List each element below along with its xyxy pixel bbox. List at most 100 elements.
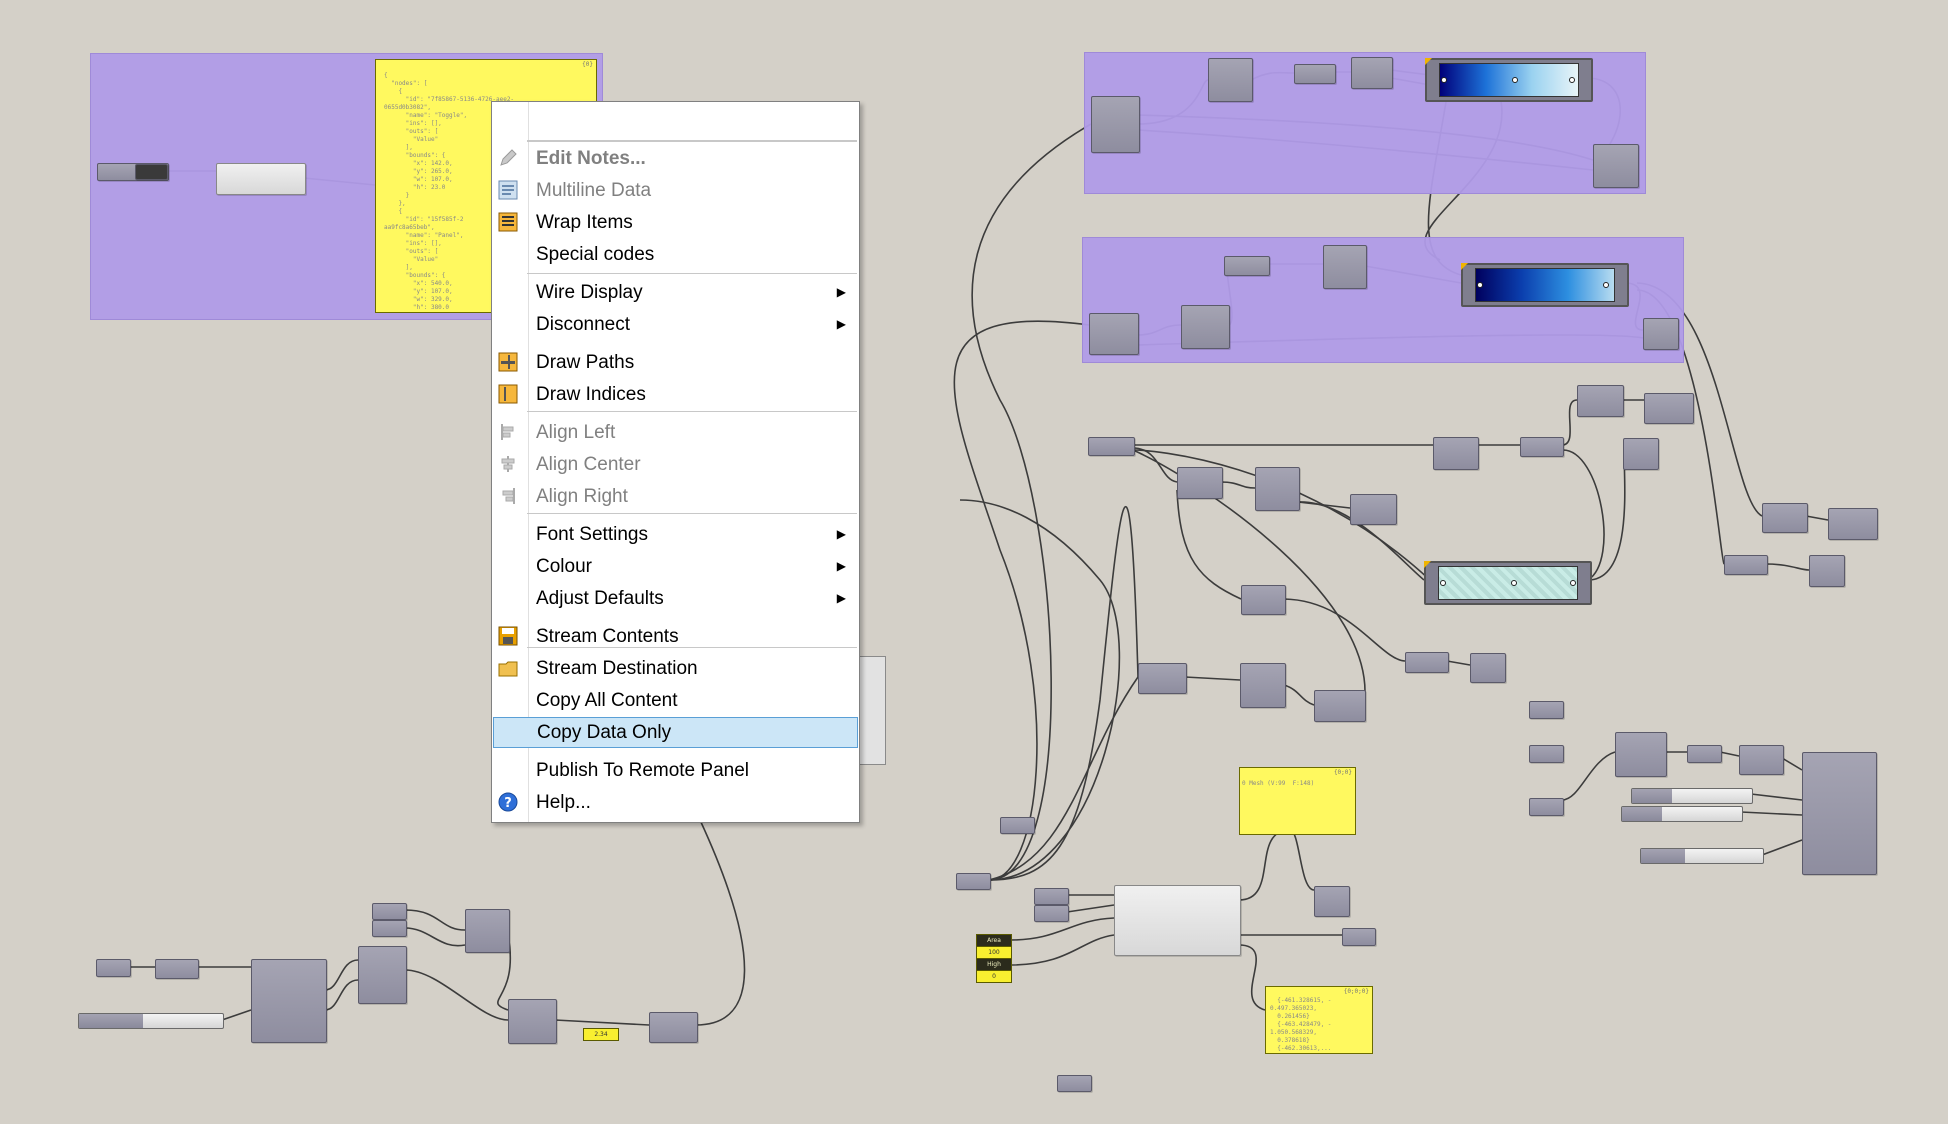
param-node[interactable] bbox=[1034, 888, 1069, 905]
param-node[interactable] bbox=[465, 909, 510, 953]
param-node[interactable] bbox=[1224, 256, 1270, 276]
grasshopper-canvas[interactable]: {0} { "nodes": [ { "id": "7f85867-5136-4… bbox=[0, 0, 1948, 1124]
param-node[interactable] bbox=[1342, 928, 1376, 946]
param-node[interactable] bbox=[1433, 437, 1479, 470]
param-node[interactable] bbox=[1643, 318, 1679, 350]
serializer-component[interactable] bbox=[216, 163, 306, 195]
menu-item-wrap-items[interactable]: Wrap Items bbox=[493, 207, 858, 238]
gradient-grip[interactable] bbox=[1477, 282, 1483, 288]
menu-item-stream-destination[interactable]: Stream Destination bbox=[493, 653, 858, 684]
menu-item-publish-to-remote-panel[interactable]: Publish To Remote Panel bbox=[493, 755, 858, 786]
param-node[interactable] bbox=[1057, 1075, 1092, 1092]
mesh-panel[interactable]: {0;0} 0 Mesh (V:99 F:148) bbox=[1239, 767, 1356, 835]
param-node[interactable] bbox=[1138, 663, 1187, 694]
param-node[interactable] bbox=[1091, 96, 1140, 153]
param-node[interactable] bbox=[1809, 555, 1845, 587]
slider-knob[interactable] bbox=[1622, 807, 1662, 821]
param-node[interactable] bbox=[1739, 745, 1784, 775]
param-node[interactable] bbox=[1351, 57, 1393, 89]
gradient-bar[interactable] bbox=[1438, 566, 1578, 600]
menu-item-colour[interactable]: Colour ▶ bbox=[493, 551, 858, 582]
param-node[interactable] bbox=[1177, 467, 1223, 499]
param-node[interactable] bbox=[372, 920, 407, 937]
number-slider[interactable] bbox=[1640, 848, 1764, 864]
param-node[interactable] bbox=[1323, 245, 1367, 289]
param-node[interactable] bbox=[508, 999, 557, 1044]
param-node[interactable] bbox=[358, 946, 407, 1004]
param-node[interactable] bbox=[1470, 653, 1506, 683]
param-node[interactable] bbox=[1240, 663, 1286, 708]
gradient-grip[interactable] bbox=[1569, 77, 1575, 83]
param-node[interactable] bbox=[1520, 437, 1564, 457]
gradient-grip[interactable] bbox=[1512, 77, 1518, 83]
gradient-grip[interactable] bbox=[1570, 580, 1576, 586]
param-node[interactable] bbox=[1593, 144, 1639, 188]
gradient-component[interactable] bbox=[1461, 263, 1629, 307]
param-node[interactable] bbox=[1314, 886, 1350, 917]
param-node[interactable] bbox=[649, 1012, 698, 1043]
gradient-grip[interactable] bbox=[1511, 580, 1517, 586]
param-node[interactable] bbox=[1529, 701, 1564, 719]
gradient-grip[interactable] bbox=[1603, 282, 1609, 288]
param-node[interactable] bbox=[1208, 58, 1253, 102]
gradient-bar[interactable] bbox=[1475, 268, 1615, 302]
number-slider[interactable] bbox=[78, 1013, 224, 1029]
param-node[interactable] bbox=[1000, 817, 1035, 834]
param-node[interactable] bbox=[1181, 305, 1230, 349]
input-value-high[interactable]: 0 bbox=[976, 970, 1012, 983]
number-slider[interactable] bbox=[1631, 788, 1753, 804]
slider-knob[interactable] bbox=[1641, 849, 1685, 863]
menu-item-align-left[interactable]: Align Left bbox=[493, 417, 858, 448]
param-node[interactable] bbox=[1350, 494, 1397, 525]
param-node[interactable] bbox=[372, 903, 407, 920]
param-node[interactable] bbox=[1687, 745, 1722, 763]
param-node[interactable] bbox=[96, 959, 131, 977]
large-component[interactable] bbox=[251, 959, 327, 1043]
mesh-component[interactable] bbox=[1114, 885, 1241, 956]
gradient-grip[interactable] bbox=[1441, 77, 1447, 83]
boolean-toggle-switch[interactable] bbox=[135, 164, 168, 180]
points-panel[interactable]: {0;0;0} {-461.328615, - 0.497.365023, 0.… bbox=[1265, 986, 1373, 1054]
menu-item-draw-indices[interactable]: Draw Indices bbox=[493, 379, 858, 410]
menu-item-wire-display[interactable]: Wire Display ▶ bbox=[493, 277, 858, 308]
menu-item-align-center[interactable]: Align Center bbox=[493, 449, 858, 480]
gradient-component[interactable] bbox=[1425, 58, 1593, 102]
param-node[interactable] bbox=[1088, 437, 1135, 456]
menu-item-copy-data-only[interactable]: Copy Data Only bbox=[493, 717, 858, 748]
param-node[interactable] bbox=[155, 959, 199, 979]
gradient-component[interactable] bbox=[1424, 561, 1592, 605]
param-node[interactable] bbox=[1577, 385, 1624, 417]
param-node[interactable] bbox=[1529, 745, 1564, 763]
param-node[interactable] bbox=[1241, 585, 1286, 615]
gradient-bar[interactable] bbox=[1439, 63, 1579, 97]
menu-item-disconnect[interactable]: Disconnect ▶ bbox=[493, 309, 858, 340]
menu-item-adjust-defaults[interactable]: Adjust Defaults ▶ bbox=[493, 583, 858, 614]
menu-item-help[interactable]: ? Help... bbox=[493, 787, 858, 818]
param-node[interactable] bbox=[1089, 313, 1139, 355]
gradient-grip[interactable] bbox=[1440, 580, 1446, 586]
number-slider[interactable] bbox=[1621, 806, 1743, 822]
menu-item-copy-all-content[interactable]: Copy All Content bbox=[493, 685, 858, 716]
slider-knob[interactable] bbox=[1632, 789, 1672, 803]
large-component[interactable] bbox=[1802, 752, 1877, 875]
param-node[interactable] bbox=[1034, 905, 1069, 922]
param-node[interactable] bbox=[1762, 503, 1808, 533]
menu-item-multiline-data[interactable]: Multiline Data bbox=[493, 175, 858, 206]
param-node[interactable] bbox=[1529, 798, 1564, 816]
param-node[interactable] bbox=[1724, 555, 1768, 575]
param-node[interactable] bbox=[1644, 393, 1694, 424]
param-node[interactable] bbox=[1615, 732, 1667, 777]
menu-item-stream-contents[interactable]: Stream Contents bbox=[493, 621, 858, 652]
param-node[interactable] bbox=[1314, 690, 1366, 722]
param-node[interactable] bbox=[1405, 652, 1449, 673]
value-panel-small[interactable]: 2.34 bbox=[583, 1028, 619, 1041]
slider-knob[interactable] bbox=[79, 1014, 143, 1028]
menu-item-special-codes[interactable]: Special codes bbox=[493, 239, 858, 270]
menu-item-edit-notes[interactable]: Edit Notes... bbox=[493, 143, 858, 174]
param-node[interactable] bbox=[1623, 438, 1659, 470]
menu-item-draw-paths[interactable]: Draw Paths bbox=[493, 347, 858, 378]
menu-item-align-right[interactable]: Align Right bbox=[493, 481, 858, 512]
menu-item-font-settings[interactable]: Font Settings ▶ bbox=[493, 519, 858, 550]
param-node[interactable] bbox=[1828, 508, 1878, 540]
param-node[interactable] bbox=[1255, 467, 1300, 511]
